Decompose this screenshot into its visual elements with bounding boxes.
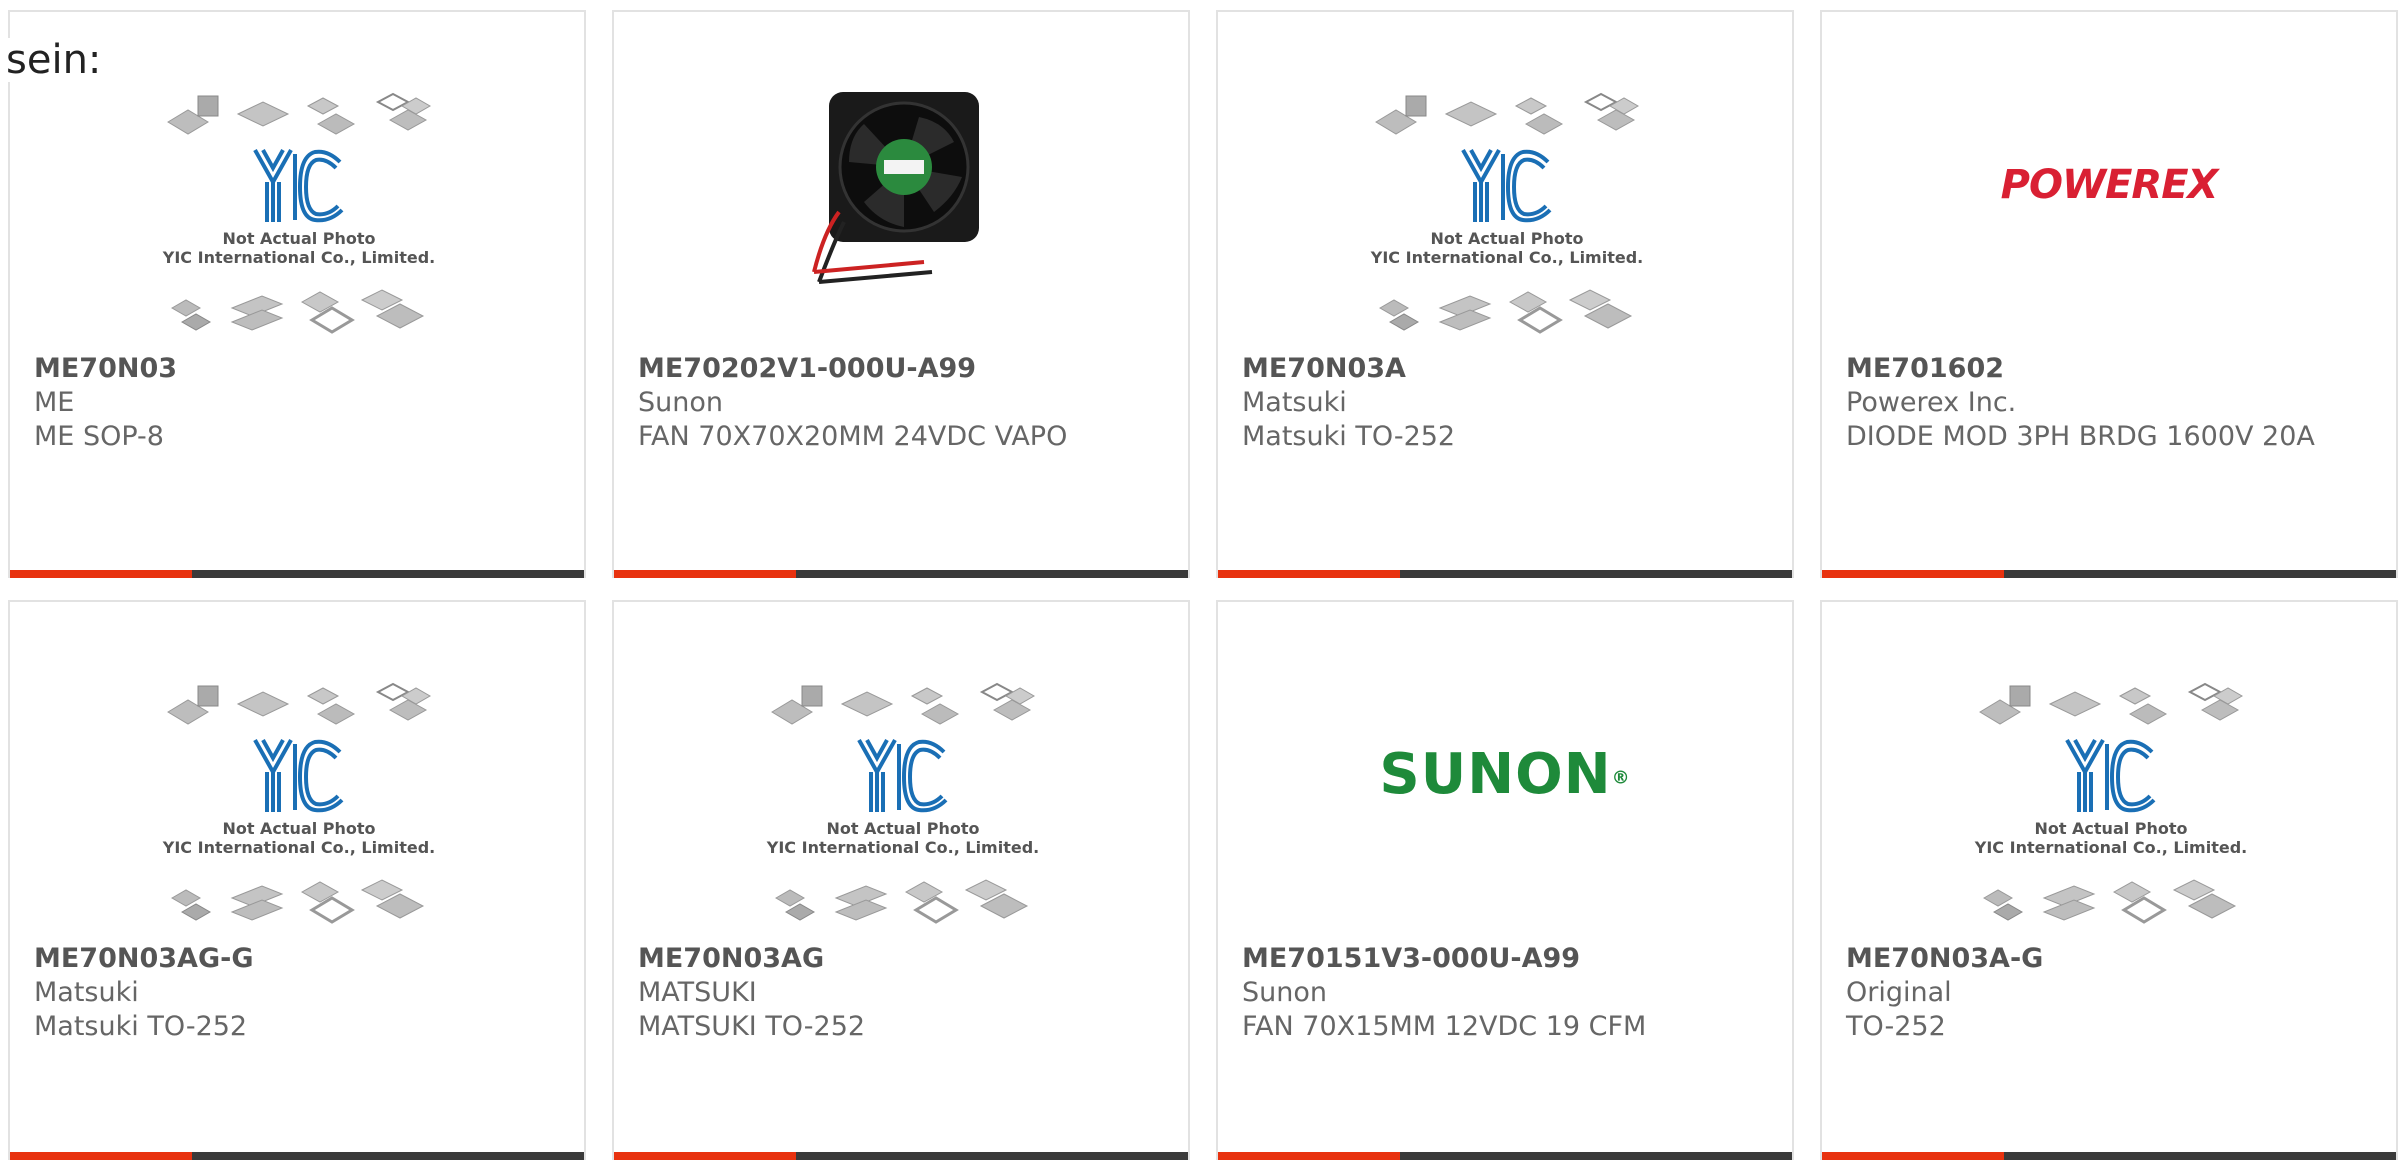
placeholder-line2: YIC International Co., Limited.: [1974, 838, 2247, 857]
manufacturer: Sunon: [638, 387, 723, 418]
product-info: ME70151V3-000U-A99 Sunon FAN 70X15MM 12V…: [1242, 942, 1768, 1044]
product-info: ME70N03AG-G Matsuki Matsuki TO-252: [34, 942, 560, 1044]
fan-image[interactable]: [614, 82, 1190, 342]
manufacturer: MATSUKI: [638, 977, 757, 1008]
manufacturer: Sunon: [1242, 977, 1327, 1008]
product-info: ME70N03A Matsuki Matsuki TO-252: [1242, 352, 1768, 454]
product-image[interactable]: Not Actual Photo YIC International Co., …: [10, 92, 586, 352]
placeholder-line2: YIC International Co., Limited.: [162, 248, 435, 267]
card-accent-bar: [614, 570, 1188, 578]
product-info: ME70N03AG MATSUKI MATSUKI TO-252: [638, 942, 1164, 1044]
part-number[interactable]: ME70N03A: [1242, 352, 1768, 386]
product-card[interactable]: Not Actual Photo YIC International Co., …: [1216, 10, 1794, 578]
manufacturer: Matsuki: [34, 977, 139, 1008]
card-accent-bar: [10, 1152, 584, 1160]
description: Matsuki TO-252: [1242, 421, 1456, 452]
placeholder-line1: Not Actual Photo: [1430, 229, 1583, 248]
powerex-logo[interactable]: POWEREX: [1822, 162, 2396, 208]
description: ME SOP-8: [34, 421, 164, 452]
product-card[interactable]: SUNON® ME70151V3-000U-A99 Sunon FAN 70X1…: [1216, 600, 1794, 1160]
part-number[interactable]: ME70N03AG: [638, 942, 1164, 976]
part-number[interactable]: ME70N03A-G: [1846, 942, 2372, 976]
product-card[interactable]: Not Actual Photo YIC International Co., …: [8, 10, 586, 578]
card-accent-bar: [10, 570, 584, 578]
product-card[interactable]: ME70202V1-000U-A99 Sunon FAN 70X70X20MM …: [612, 10, 1190, 578]
manufacturer: Matsuki: [1242, 387, 1347, 418]
product-image[interactable]: Not Actual Photo YIC International Co., …: [1218, 92, 1794, 352]
card-accent-bar: [1218, 1152, 1792, 1160]
product-card[interactable]: Not Actual Photo YIC International Co., …: [612, 600, 1190, 1160]
description: MATSUKI TO-252: [638, 1011, 866, 1042]
card-accent-bar: [1822, 570, 2396, 578]
product-image[interactable]: Not Actual Photo YIC International Co., …: [10, 682, 586, 942]
product-info: ME70202V1-000U-A99 Sunon FAN 70X70X20MM …: [638, 352, 1164, 454]
product-card[interactable]: POWEREX ME701602 Powerex Inc. DIODE MOD …: [1820, 10, 2398, 578]
description: Matsuki TO-252: [34, 1011, 248, 1042]
card-accent-bar: [614, 1152, 1188, 1160]
placeholder-line2: YIC International Co., Limited.: [1370, 248, 1643, 267]
part-number[interactable]: ME701602: [1846, 352, 2372, 386]
description: FAN 70X15MM 12VDC 19 CFM: [1242, 1011, 1647, 1042]
product-info: ME70N03 ME ME SOP-8: [34, 352, 560, 454]
placeholder-line2: YIC International Co., Limited.: [766, 838, 1039, 857]
placeholder-line1: Not Actual Photo: [222, 229, 375, 248]
description: TO-252: [1846, 1011, 1946, 1042]
product-image[interactable]: Not Actual Photo YIC International Co., …: [1822, 682, 2398, 942]
intro-text: sein:: [6, 37, 102, 83]
sunon-logo[interactable]: SUNON®: [1218, 742, 1792, 807]
part-number[interactable]: ME70202V1-000U-A99: [638, 352, 1164, 386]
card-accent-bar: [1218, 570, 1792, 578]
product-info: ME70N03A-G Original TO-252: [1846, 942, 2372, 1044]
card-accent-bar: [1822, 1152, 2396, 1160]
part-number[interactable]: ME70N03AG-G: [34, 942, 560, 976]
placeholder-line2: YIC International Co., Limited.: [162, 838, 435, 857]
placeholder-line1: Not Actual Photo: [222, 819, 375, 838]
product-card[interactable]: Not Actual Photo YIC International Co., …: [8, 600, 586, 1160]
description: DIODE MOD 3PH BRDG 1600V 20A: [1846, 421, 2315, 452]
product-info: ME701602 Powerex Inc. DIODE MOD 3PH BRDG…: [1846, 352, 2372, 454]
manufacturer: Original: [1846, 977, 1952, 1008]
manufacturer: ME: [34, 387, 75, 418]
product-image[interactable]: Not Actual Photo YIC International Co., …: [614, 682, 1190, 942]
placeholder-line1: Not Actual Photo: [826, 819, 979, 838]
part-number[interactable]: ME70N03: [34, 352, 560, 386]
product-card[interactable]: Not Actual Photo YIC International Co., …: [1820, 600, 2398, 1160]
placeholder-line1: Not Actual Photo: [2034, 819, 2187, 838]
description: FAN 70X70X20MM 24VDC VAPO: [638, 421, 1068, 452]
manufacturer: Powerex Inc.: [1846, 387, 2017, 418]
part-number[interactable]: ME70151V3-000U-A99: [1242, 942, 1768, 976]
